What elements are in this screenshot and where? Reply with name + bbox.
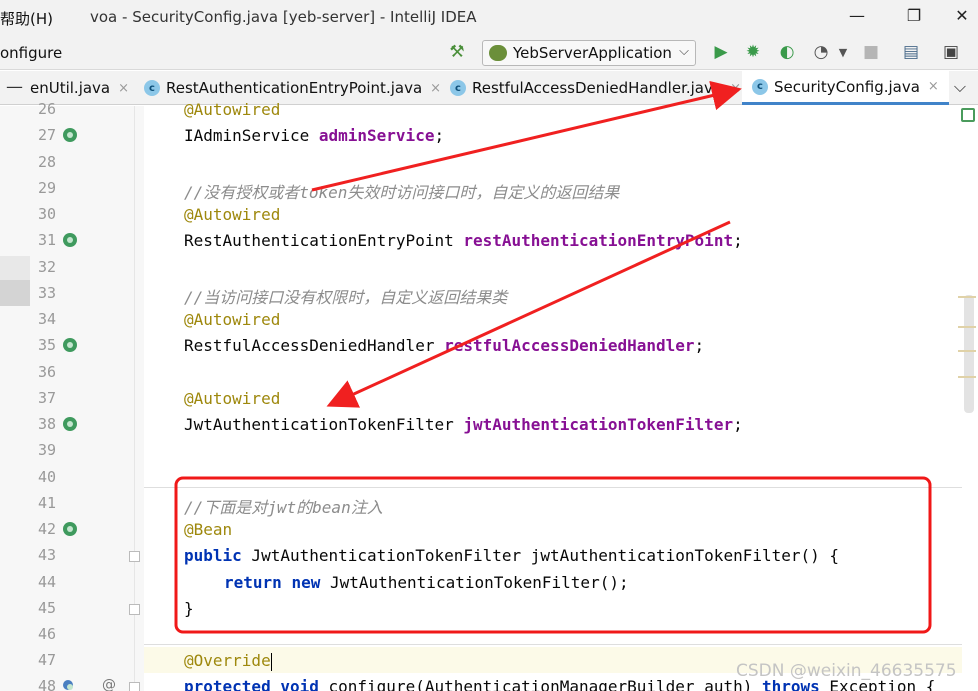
red-arrow-to-tab — [311, 80, 742, 192]
red-highlight-box — [174, 476, 932, 634]
red-arrow-to-field — [326, 220, 731, 408]
annotation-overlay — [174, 80, 932, 634]
watermark: CSDN @weixin_46635575 — [736, 661, 957, 681]
